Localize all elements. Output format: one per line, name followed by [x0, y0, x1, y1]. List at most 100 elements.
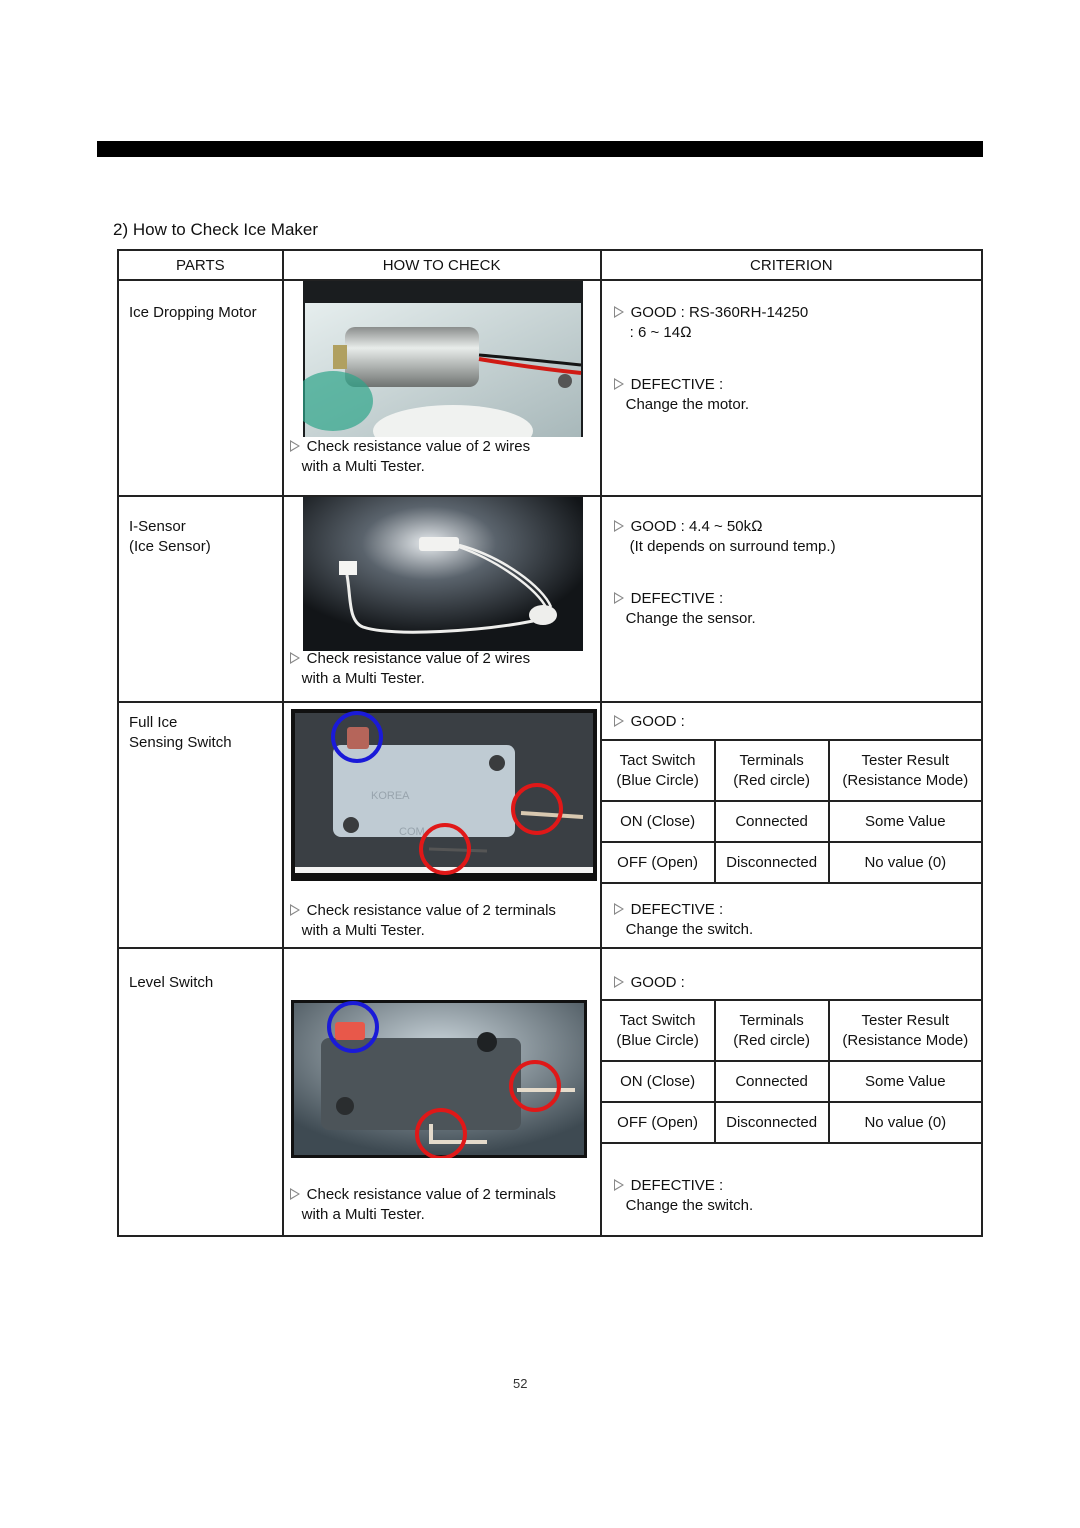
level-switch-photo	[290, 1000, 587, 1158]
sub-header-line: (Blue Circle)	[616, 1031, 699, 1049]
sub-header-row: Tact Switch (Blue Circle) Terminals (Red c…	[601, 999, 981, 1062]
sub-cell: OFF (Open)	[601, 841, 716, 884]
check-instruction: Check resistance value of 2 wires with a…	[289, 437, 531, 477]
triangle-bullet-icon	[289, 652, 300, 664]
part-name: I-Sensor (Ice Sensor)	[119, 497, 282, 557]
check-line: Check resistance value of 2 terminals	[289, 1185, 556, 1205]
switch-result-table: Tact Switch (Blue Circle) Terminals (Red c…	[601, 999, 981, 1144]
sub-cell: ON (Close)	[601, 1060, 716, 1103]
good-line: GOOD :	[602, 949, 981, 999]
micro-switch-photo: KOREA COM	[290, 709, 597, 881]
check-text: with a Multi Tester.	[301, 922, 425, 939]
table-row-full-ice-sensing-switch: Full Ice Sensing Switch KOREA COM Check …	[117, 701, 984, 949]
check-instruction: Check resistance value of 2 terminals wi…	[289, 1185, 556, 1225]
sub-row: ON (Close) Connected Some Value	[601, 800, 981, 843]
good-label: GOOD : 4.4 ~ 50kΩ	[630, 518, 763, 535]
sub-row: OFF (Open) Disconnected No value (0)	[601, 1101, 981, 1144]
sub-header: Terminals (Red circle)	[713, 999, 830, 1062]
sub-header-line: Tact Switch	[619, 1011, 696, 1029]
defective-block: DEFECTIVE : Change the switch.	[602, 1144, 981, 1216]
table-header-row: PARTS HOW TO CHECK CRITERION	[117, 249, 984, 281]
switch-result-table: Tact Switch (Blue Circle) Terminals (Red c…	[601, 739, 981, 884]
part-name-line: Ice Dropping Motor	[129, 304, 257, 321]
sub-cell: No value (0)	[827, 841, 981, 884]
sub-header: Tester Result (Resistance Mode)	[827, 999, 981, 1062]
defective-detail: Change the sensor.	[625, 610, 756, 627]
check-instruction: Check resistance value of 2 wires with a…	[289, 649, 531, 689]
sub-header: Tester Result (Resistance Mode)	[827, 739, 981, 802]
table-row-level-switch: Level Switch Check resistance value of 2…	[117, 947, 984, 1237]
triangle-bullet-icon	[289, 440, 300, 452]
sub-cell: Disconnected	[713, 1101, 830, 1144]
check-line: Check resistance value of 2 wires	[289, 649, 531, 669]
defective-line: DEFECTIVE :	[613, 589, 981, 609]
sub-cell: Connected	[713, 1060, 830, 1103]
header-criterion: CRITERION	[599, 249, 984, 281]
ice-maker-check-table: PARTS HOW TO CHECK CRITERION Ice Droppin…	[117, 249, 984, 1237]
sub-cell: Some Value	[827, 800, 981, 843]
criterion: GOOD : RS-360RH-14250 : 6 ~ 14Ω DEFECTIV…	[602, 281, 981, 415]
sub-cell: OFF (Open)	[601, 1101, 716, 1144]
good-line: GOOD : RS-360RH-14250	[613, 303, 981, 323]
part-name-line: I-Sensor	[129, 518, 186, 535]
sub-cell: ON (Close)	[601, 800, 716, 843]
triangle-bullet-icon	[613, 715, 624, 727]
sub-cell: Connected	[713, 800, 830, 843]
triangle-bullet-icon	[613, 306, 624, 318]
good-label: GOOD :	[630, 974, 685, 991]
svg-text:KOREA: KOREA	[371, 790, 410, 802]
sub-header: Tact Switch (Blue Circle)	[601, 739, 716, 802]
good-line: GOOD : 4.4 ~ 50kΩ	[613, 517, 981, 537]
sub-header-line: Tester Result	[861, 751, 950, 769]
good-line: GOOD :	[602, 703, 981, 739]
sub-header-row: Tact Switch (Blue Circle) Terminals (Red c…	[601, 739, 981, 802]
check-instruction: Check resistance value of 2 terminals wi…	[289, 901, 556, 941]
sub-row: ON (Close) Connected Some Value	[601, 1060, 981, 1103]
sub-header: Tact Switch (Blue Circle)	[601, 999, 716, 1062]
sub-header-line: (Red circle)	[733, 771, 810, 789]
part-name-line: (Ice Sensor)	[129, 538, 211, 555]
sub-header-line: (Resistance Mode)	[842, 1031, 969, 1049]
defective-label: DEFECTIVE :	[630, 901, 724, 918]
part-name-line: Full Ice	[129, 714, 178, 731]
check-text: Check resistance value of 2 wires	[306, 438, 531, 455]
sub-header-line: (Red circle)	[733, 1031, 810, 1049]
part-name-line: Sensing Switch	[129, 734, 232, 751]
check-text: Check resistance value of 2 wires	[306, 650, 531, 667]
svg-text:COM: COM	[399, 826, 425, 838]
triangle-bullet-icon	[289, 904, 300, 916]
good-detail: : 6 ~ 14Ω	[629, 324, 692, 341]
check-text: Check resistance value of 2 terminals	[306, 902, 556, 919]
triangle-bullet-icon	[613, 378, 624, 390]
sub-row: OFF (Open) Disconnected No value (0)	[601, 841, 981, 884]
defective-detail: Change the switch.	[625, 1197, 754, 1214]
sub-header-line: (Blue Circle)	[616, 771, 699, 789]
triangle-bullet-icon	[613, 903, 624, 915]
defective-label: DEFECTIVE :	[630, 1177, 724, 1194]
triangle-bullet-icon	[613, 976, 624, 988]
table-row-i-sensor: I-Sensor (Ice Sensor) Check resistance va…	[117, 495, 984, 703]
defective-label: DEFECTIVE :	[630, 590, 724, 607]
check-line: Check resistance value of 2 terminals	[289, 901, 556, 921]
triangle-bullet-icon	[613, 592, 624, 604]
page-number: 52	[513, 1376, 528, 1391]
criterion: GOOD : 4.4 ~ 50kΩ (It depends on surroun…	[602, 497, 981, 629]
sub-cell: Some Value	[827, 1060, 981, 1103]
header-how-to-check: HOW TO CHECK	[281, 249, 602, 281]
part-name-line: Level Switch	[129, 974, 214, 991]
sub-cell: Disconnected	[713, 841, 830, 884]
triangle-bullet-icon	[613, 520, 624, 532]
check-text: with a Multi Tester.	[301, 670, 425, 687]
defective-detail: Change the motor.	[625, 396, 750, 413]
part-name: Full Ice Sensing Switch	[119, 703, 282, 753]
defective-detail: Change the switch.	[625, 921, 754, 938]
sub-header-line: (Resistance Mode)	[842, 771, 969, 789]
triangle-bullet-icon	[289, 1188, 300, 1200]
check-text: with a Multi Tester.	[301, 458, 425, 475]
table-row-ice-dropping-motor: Ice Dropping Motor Check resistance valu…	[117, 279, 984, 497]
part-name: Level Switch	[119, 949, 282, 993]
defective-block: DEFECTIVE : Change the switch.	[602, 884, 981, 940]
defective-line: DEFECTIVE :	[613, 375, 981, 395]
sub-header: Terminals (Red circle)	[713, 739, 830, 802]
good-label: GOOD : RS-360RH-14250	[630, 304, 809, 321]
